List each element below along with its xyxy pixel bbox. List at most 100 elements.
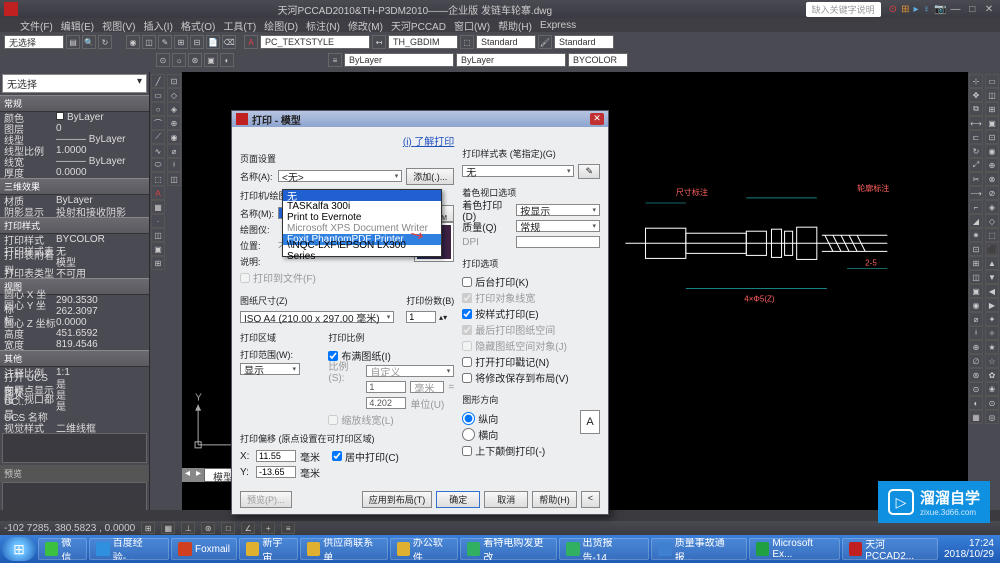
minimize-button[interactable]: — <box>948 4 962 15</box>
mirror-icon[interactable]: ⟷ <box>969 116 983 130</box>
pagesetup-name-drop[interactable]: <无>▾ <box>278 170 402 182</box>
tool-icon[interactable]: ◫ <box>151 228 165 242</box>
tool-icon[interactable]: ◀ <box>985 284 999 298</box>
fillet-icon[interactable]: ⌐ <box>969 200 983 214</box>
scale-icon[interactable]: ⤢ <box>969 158 983 172</box>
tool-icon[interactable]: ▶ <box>985 298 999 312</box>
spline-icon[interactable]: ∿ <box>151 144 165 158</box>
lwt-toggle[interactable]: ≡ <box>281 522 295 534</box>
tool-icon[interactable]: ◉ <box>167 130 181 144</box>
rotate-icon[interactable]: ↻ <box>969 144 983 158</box>
tool-icon[interactable]: ⊕ <box>969 340 983 354</box>
tool-icon[interactable]: ⊞ <box>969 256 983 270</box>
tool-icon[interactable]: ⊞ <box>174 35 188 49</box>
tool-icon[interactable]: ◫ <box>167 172 181 186</box>
tool-icon[interactable]: ▣ <box>985 116 999 130</box>
offset-icon[interactable]: ⊏ <box>969 130 983 144</box>
menu-help[interactable]: 帮助(H) <box>498 18 532 33</box>
taskbar-item[interactable]: 新宇宙 <box>239 538 298 560</box>
menu-tools[interactable]: 工具(T) <box>223 18 256 33</box>
tool-icon[interactable]: ▲ <box>985 256 999 270</box>
tool-icon[interactable]: ▣ <box>204 53 218 67</box>
tool-icon[interactable]: ▭ <box>985 74 999 88</box>
dialog-close-button[interactable]: ✕ <box>590 113 604 125</box>
tool-icon[interactable]: ▣ <box>969 284 983 298</box>
opt-check[interactable] <box>462 373 472 383</box>
tool-icon[interactable]: ▼ <box>985 270 999 284</box>
icon[interactable]: ⬚ <box>460 35 474 49</box>
dim-icon[interactable]: ↤ <box>372 35 386 49</box>
tool-icon[interactable]: ↻ <box>98 35 112 49</box>
tool-icon[interactable]: ⊛ <box>969 368 983 382</box>
upside-check[interactable] <box>462 446 472 456</box>
osnap-toggle[interactable]: □ <box>221 522 235 534</box>
std-drop[interactable]: Standard <box>476 35 536 49</box>
taskbar-item[interactable]: 供应商联系单 <box>300 538 388 560</box>
taskbar-item[interactable]: 出货报告-14... <box>559 538 649 560</box>
paper-size-drop[interactable]: ISO A4 (210.00 x 297.00 毫米)▾ <box>240 311 394 323</box>
start-button[interactable]: ⊞ <box>2 537 36 561</box>
rect-icon[interactable]: ▭ <box>151 88 165 102</box>
tool-icon[interactable]: ⊙ <box>985 396 999 410</box>
snap-toggle[interactable]: ⊞ <box>141 522 155 534</box>
taskbar-item[interactable]: 天河PCCAD2... <box>842 538 938 560</box>
opt-check[interactable] <box>462 277 472 287</box>
taskbar-item[interactable]: 办公软件 <box>390 538 458 560</box>
extend-icon[interactable]: ⟶ <box>969 186 983 200</box>
opt-check[interactable] <box>462 357 472 367</box>
clock[interactable]: 17:24 2018/10/29 <box>940 538 998 560</box>
menu-pccad[interactable]: 天河PCCAD <box>391 18 446 33</box>
dialog-titlebar[interactable]: 打印 - 模型 ✕ <box>232 111 608 127</box>
learn-print-link[interactable]: (i) 了解打印 <box>240 133 454 148</box>
tool-icon[interactable]: ✿ <box>985 368 999 382</box>
tool-icon[interactable]: ⊡ <box>985 130 999 144</box>
tool-icon[interactable]: ⌀ <box>167 144 181 158</box>
arc-icon[interactable]: ⌒ <box>151 116 165 130</box>
bycolor-drop[interactable]: BYCOLOR <box>568 53 628 67</box>
ok-button[interactable]: 确定 <box>436 491 480 508</box>
tool-icon[interactable]: ◉ <box>126 35 140 49</box>
help-search-input[interactable]: 缺入关键字说明 <box>806 2 881 17</box>
selection-drop[interactable]: 无选择 <box>4 35 64 49</box>
tool-icon[interactable]: ⟊ <box>969 326 983 340</box>
help-button[interactable]: 帮助(H) <box>532 491 577 508</box>
taskbar-item[interactable]: 微信 <box>38 538 87 560</box>
menu-modify[interactable]: 修改(M) <box>348 18 383 33</box>
bylayer-drop[interactable]: ByLayer <box>344 53 454 67</box>
menu-view[interactable]: 视图(V) <box>102 18 135 33</box>
tool-icon[interactable]: ⊗ <box>985 172 999 186</box>
menu-express[interactable]: Express <box>540 20 576 31</box>
hatch-icon[interactable]: ▦ <box>151 200 165 214</box>
prop-row[interactable]: 视觉样式二维线框 <box>0 422 149 433</box>
tool-icon[interactable]: ◇ <box>167 88 181 102</box>
polar-toggle[interactable]: ⊛ <box>201 522 215 534</box>
tool-icon[interactable]: ⬛ <box>985 242 999 256</box>
tool-icon[interactable]: ⬚ <box>985 228 999 242</box>
tool-icon[interactable]: ◐ <box>220 53 234 67</box>
trim-icon[interactable]: ✂ <box>969 172 983 186</box>
tool-icon[interactable]: ⊕ <box>167 116 181 130</box>
tool-icon[interactable]: ✧ <box>985 326 999 340</box>
tool-icon[interactable]: ⊘ <box>985 186 999 200</box>
letter-icon[interactable]: A <box>244 35 258 49</box>
dyn-toggle[interactable]: + <box>261 522 275 534</box>
tool-icon[interactable]: ⟊ <box>167 158 181 172</box>
textstyle-drop[interactable]: PC_TEXTSTYLE <box>260 35 370 49</box>
layer-icon[interactable]: ▤ <box>66 35 80 49</box>
copy-icon[interactable]: ⧉ <box>969 102 983 116</box>
taskbar-item[interactable]: Microsoft Ex... <box>749 538 840 560</box>
std-drop[interactable]: Standard <box>554 35 614 49</box>
portrait-radio[interactable] <box>462 412 475 425</box>
x-offset-input[interactable] <box>256 450 296 462</box>
y-offset-input[interactable] <box>256 466 296 478</box>
preview-button[interactable]: 预览(P)... <box>240 491 292 508</box>
tool-icon[interactable]: ⊛ <box>188 53 202 67</box>
tool-icon[interactable]: ⬚ <box>151 172 165 186</box>
printer-option[interactable]: 无 <box>283 190 441 201</box>
tool-icon[interactable]: ⊞ <box>151 256 165 270</box>
tool-icon[interactable]: ◉ <box>985 144 999 158</box>
tool-icon[interactable]: ◫ <box>985 88 999 102</box>
tool-icon[interactable]: ⊡ <box>969 242 983 256</box>
tool-icon[interactable]: ◫ <box>969 270 983 284</box>
tool-icon[interactable]: ◎ <box>985 410 999 424</box>
